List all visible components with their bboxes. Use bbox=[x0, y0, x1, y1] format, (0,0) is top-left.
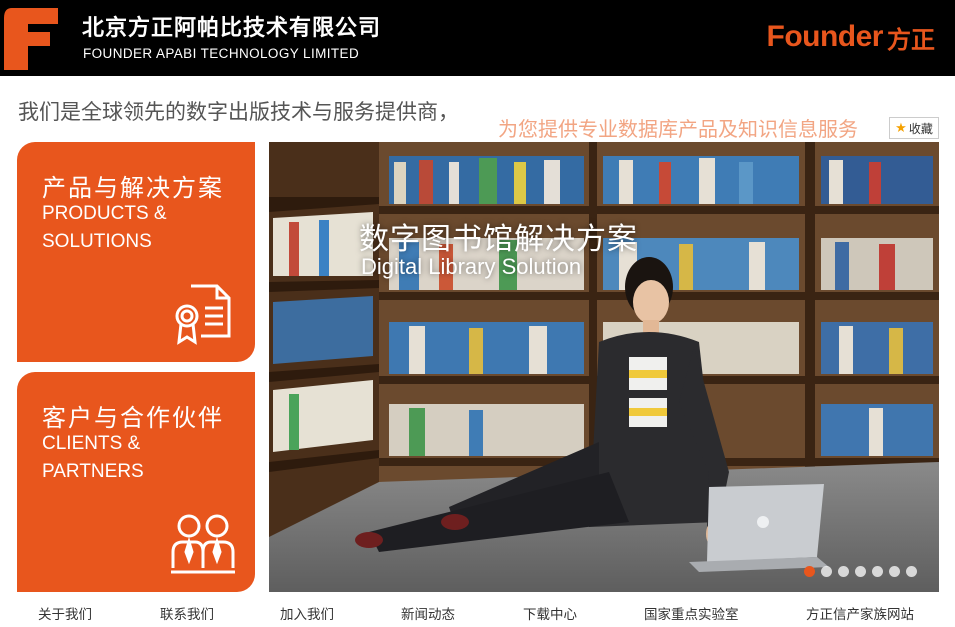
clients-title-en-line1: CLIENTS & bbox=[42, 433, 141, 454]
favorite-button[interactable]: ★ 收藏 bbox=[889, 117, 939, 139]
clients-title-cn: 客户与合作伙伴 bbox=[42, 404, 224, 432]
products-title-en-line2: SOLUTIONS bbox=[42, 231, 152, 252]
products-solutions-tile[interactable]: 产品与解决方案 PRODUCTS & SOLUTIONS bbox=[17, 142, 255, 362]
footer-link[interactable]: 国家重点实验室 bbox=[644, 603, 739, 623]
clients-title-en: CLIENTS & PARTNERS bbox=[42, 430, 144, 486]
products-title-cn: 产品与解决方案 bbox=[42, 174, 224, 202]
banner-title-en: Digital Library Solution bbox=[361, 254, 582, 279]
slide-dot[interactable] bbox=[821, 566, 832, 577]
hero-banner[interactable]: 数字图书馆解决方案 Digital Library Solution bbox=[269, 142, 939, 592]
footer-link[interactable]: 联系我们 bbox=[160, 603, 214, 623]
site-header: 北京方正阿帕比技术有限公司 FOUNDER APABI TECHNOLOGY L… bbox=[0, 0, 955, 76]
slide-dot[interactable] bbox=[855, 566, 866, 577]
footer-nav: 关于我们 联系我们 加入我们 新闻动态 下载中心 国家重点实验室 方正信产家族网站 bbox=[0, 603, 955, 625]
slide-dot[interactable] bbox=[906, 566, 917, 577]
footer-link[interactable]: 新闻动态 bbox=[401, 603, 455, 623]
laptop bbox=[689, 484, 829, 572]
slide-dot[interactable] bbox=[889, 566, 900, 577]
brand-cn: 方正 bbox=[887, 25, 935, 54]
partners-people-icon bbox=[171, 514, 235, 574]
footer-link[interactable]: 方正信产家族网站 bbox=[806, 603, 914, 623]
star-icon: ★ bbox=[895, 120, 907, 136]
footer-link[interactable]: 下载中心 bbox=[523, 603, 577, 623]
banner-title-cn: 数字图书馆解决方案 bbox=[359, 222, 638, 257]
products-title-en-line1: PRODUCTS & bbox=[42, 203, 167, 224]
left-bookshelf bbox=[269, 142, 379, 537]
certificate-document-icon bbox=[175, 284, 231, 345]
tagline: 我们是全球领先的数字出版技术与服务提供商， bbox=[18, 100, 459, 124]
clients-partners-tile[interactable]: 客户与合作伙伴 CLIENTS & PARTNERS bbox=[17, 372, 255, 592]
founder-brand-logo[interactable]: Founder 方正 bbox=[767, 20, 936, 54]
footer-link[interactable]: 关于我们 bbox=[38, 603, 92, 623]
slide-indicators bbox=[804, 566, 917, 577]
scrolling-ticker: 为您提供专业数据库产品及知识信息服务 bbox=[498, 117, 858, 141]
brand-en: Founder bbox=[766, 20, 884, 53]
products-title-en: PRODUCTS & SOLUTIONS bbox=[42, 200, 167, 256]
company-name-cn: 北京方正阿帕比技术有限公司 bbox=[82, 16, 382, 41]
library-photo bbox=[269, 142, 939, 592]
slide-dot[interactable] bbox=[838, 566, 849, 577]
footer-link[interactable]: 加入我们 bbox=[280, 603, 334, 623]
slide-dot[interactable] bbox=[872, 566, 883, 577]
favorite-label: 收藏 bbox=[908, 121, 933, 136]
slide-dot[interactable] bbox=[804, 566, 815, 577]
clients-title-en-line2: PARTNERS bbox=[42, 461, 144, 482]
founder-f-logo-icon[interactable] bbox=[2, 8, 58, 70]
company-name-en: FOUNDER APABI TECHNOLOGY LIMITED bbox=[83, 46, 360, 61]
